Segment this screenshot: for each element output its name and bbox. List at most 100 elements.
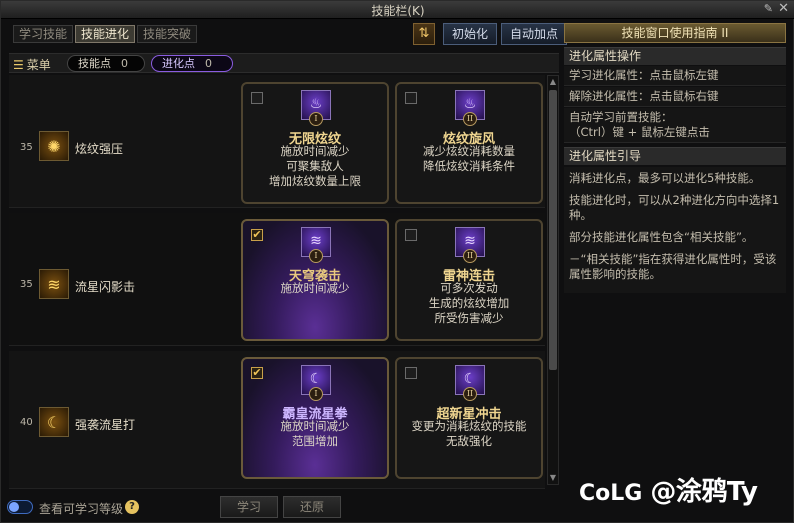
evolution-option-card[interactable]: ♨ I 无限炫纹 施放时间减少 可聚集敌人 增加炫纹数量上限 <box>241 82 389 204</box>
guide-item-text: 自动学习前置技能： <box>569 110 673 124</box>
evolution-option-card[interactable]: ♨ II 炫纹旋风 减少炫纹消耗数量 降低炫纹消耗条件 <box>395 82 543 204</box>
learnable-level-label: 查看可学习等级 <box>39 502 124 516</box>
tab-bar: 学习技能 技能进化 技能突破 <box>13 25 198 45</box>
guide-section-title: 进化属性引导 <box>564 147 786 165</box>
guide-paragraph: 部分技能进化属性包含“相关技能”。 <box>569 230 754 244</box>
option-checkbox[interactable] <box>405 367 417 379</box>
skill-points-label: 技能点 <box>78 57 111 70</box>
desc-line: 可多次发动 <box>440 281 498 295</box>
scroll-thumb[interactable] <box>549 90 557 370</box>
roman-numeral-badge: I <box>309 249 323 263</box>
learnable-level-toggle[interactable] <box>7 500 33 514</box>
option-description: 施放时间减少 <box>243 281 387 296</box>
guide-item-text: （Ctrl）键 + 鼠标左键点击 <box>569 125 710 139</box>
tab-skill-breakthrough[interactable]: 技能突破 <box>137 25 198 43</box>
desc-line: 增加炫纹数量上限 <box>269 174 361 188</box>
guide-item: 解除进化属性：点击鼠标右键 <box>564 87 786 107</box>
evolution-points-label: 进化点 <box>162 57 195 70</box>
menu-button[interactable]: ☰ 菜单 <box>13 56 51 73</box>
guide-text-block: 消耗进化点，最多可以进化5种技能。 技能进化时，可以从2种进化方向中选择1种。 … <box>564 167 786 293</box>
option-checkbox-checked[interactable]: ✔ <box>251 367 263 379</box>
roman-numeral-badge: I <box>309 387 323 401</box>
toggle-knob <box>9 502 19 512</box>
desc-line: 施放时间减少 <box>280 281 350 295</box>
pin-icon[interactable]: ✎ <box>764 2 773 15</box>
evolution-points-value: 0 <box>205 57 212 70</box>
tab-learn-skills[interactable]: 学习技能 <box>13 25 74 43</box>
roman-numeral-badge: I <box>309 112 323 126</box>
option-description: 施放时间减少 可聚集敌人 增加炫纹数量上限 <box>243 144 387 189</box>
skill-window: 技能栏(K) ✎ ✕ 学习技能 技能进化 技能突破 ⇅ 初始化 自动加点 ☰ 菜单… <box>0 0 794 523</box>
desc-line: 减少炫纹消耗数量 <box>423 144 515 158</box>
guide-paragraph: 技能进化时，可以从2种进化方向中选择1种。 <box>569 193 780 222</box>
skill-row: 35 ✺ 炫纹强压 ♨ I 无限炫纹 施放时间减少 可聚集敌人 增加炫纹数量上限… <box>9 75 545 208</box>
skill-list-scrollbar[interactable]: ▲ ▼ <box>547 75 559 485</box>
guide-item: 学习进化属性：点击鼠标左键 <box>564 66 786 86</box>
desc-line: 施放时间减少 <box>280 144 350 158</box>
crescent-strike-icon[interactable]: ☾ <box>39 407 69 437</box>
bottom-bar: 查看可学习等级 ? 学习 还原 <box>7 495 559 519</box>
evolution-option-card[interactable]: ✔ ☾ I 霸皇流星拳 施放时间减少 范围增加 <box>241 357 389 479</box>
meteor-strike-icon[interactable]: ≋ <box>39 269 69 299</box>
option-description: 可多次发动 生成的炫纹增加 所受伤害减少 <box>397 281 541 326</box>
roman-numeral-badge: II <box>463 387 477 401</box>
top-actions: ⇅ 初始化 自动加点 <box>413 23 568 45</box>
desc-line: 所受伤害减少 <box>434 311 504 325</box>
window-title: 技能栏(K) <box>371 4 425 18</box>
scroll-down-icon[interactable]: ▼ <box>548 473 558 483</box>
skill-level: 40 <box>20 417 33 428</box>
guide-paragraph: －“相关技能”指在获得进化属性时，受该属性影响的技能。 <box>569 252 777 281</box>
evolution-option-card[interactable]: ≋ II 雷神连击 可多次发动 生成的炫纹增加 所受伤害减少 <box>395 219 543 341</box>
skill-name: 炫纹强压 <box>75 142 124 156</box>
option-checkbox[interactable] <box>405 229 417 241</box>
skill-points-badge: 技能点 0 <box>67 55 145 72</box>
option-description: 减少炫纹消耗数量 降低炫纹消耗条件 <box>397 144 541 174</box>
guide-item: （Ctrl）键 + 鼠标左键点击 <box>564 125 786 143</box>
learn-button[interactable]: 学习 <box>220 496 278 518</box>
menu-label: 菜单 <box>26 58 51 72</box>
scroll-up-icon[interactable]: ▲ <box>548 77 558 87</box>
option-checkbox[interactable] <box>405 92 417 104</box>
initialize-button[interactable]: 初始化 <box>443 23 498 45</box>
option-checkbox[interactable] <box>251 92 263 104</box>
skill-list: 35 ✺ 炫纹强压 ♨ I 无限炫纹 施放时间减少 可聚集敌人 增加炫纹数量上限… <box>9 75 545 489</box>
watermark-handle: @涂鸦Ty <box>650 477 758 507</box>
skill-row: 40 ☾ 强袭流星打 ✔ ☾ I 霸皇流星拳 施放时间减少 范围增加 ☾ II … <box>9 351 545 489</box>
desc-line: 生成的炫纹增加 <box>428 296 510 310</box>
auto-allocate-button[interactable]: 自动加点 <box>501 23 568 45</box>
reset-button[interactable]: 还原 <box>283 496 341 518</box>
menu-bar: ☰ 菜单 技能点 0 进化点 0 <box>9 53 559 73</box>
evolution-points-badge: 进化点 0 <box>151 55 233 72</box>
flame-orb-icon[interactable]: ✺ <box>39 131 69 161</box>
close-icon[interactable]: ✕ <box>778 1 789 16</box>
roman-numeral-badge: II <box>463 112 477 126</box>
guide-item: 自动学习前置技能： <box>564 108 786 125</box>
title-bar[interactable]: 技能栏(K) ✎ ✕ <box>1 1 794 19</box>
desc-line: 降低炫纹消耗条件 <box>423 159 515 173</box>
sort-icon[interactable]: ⇅ <box>413 23 435 45</box>
guide-title: 技能窗口使用指南 II <box>564 23 786 43</box>
option-checkbox-checked[interactable]: ✔ <box>251 229 263 241</box>
evolution-option-card[interactable]: ☾ II 超新星冲击 变更为消耗炫纹的技能 无敌强化 <box>395 357 543 479</box>
guide-section-title: 进化属性操作 <box>564 47 786 65</box>
tab-skill-evolution[interactable]: 技能进化 <box>75 25 136 43</box>
skill-name: 流星闪影击 <box>75 280 136 294</box>
skill-row: 35 ≋ 流星闪影击 ✔ ≋ I 天穹袭击 施放时间减少 ≋ II 雷神连击 可… <box>9 213 545 346</box>
desc-line: 范围增加 <box>292 434 338 448</box>
roman-numeral-badge: II <box>463 249 477 263</box>
watermark: CoLG @涂鸦Ty <box>579 471 758 508</box>
menu-icon: ☰ <box>13 58 24 72</box>
desc-line: 变更为消耗炫纹的技能 <box>411 419 527 433</box>
option-description: 变更为消耗炫纹的技能 无敌强化 <box>397 419 541 449</box>
desc-line: 施放时间减少 <box>280 419 350 433</box>
skill-name: 强袭流星打 <box>75 418 136 432</box>
help-icon[interactable]: ? <box>125 500 139 514</box>
skill-level: 35 <box>20 142 33 153</box>
skill-points-value: 0 <box>121 57 128 70</box>
watermark-logo: CoLG <box>579 481 643 506</box>
evolution-option-card[interactable]: ✔ ≋ I 天穹袭击 施放时间减少 <box>241 219 389 341</box>
skill-level: 35 <box>20 279 33 290</box>
guide-paragraph: 消耗进化点，最多可以进化5种技能。 <box>569 171 761 185</box>
guide-panel: 技能窗口使用指南 II 进化属性操作 学习进化属性：点击鼠标左键 解除进化属性：… <box>564 23 786 313</box>
option-description: 施放时间减少 范围增加 <box>243 419 387 449</box>
